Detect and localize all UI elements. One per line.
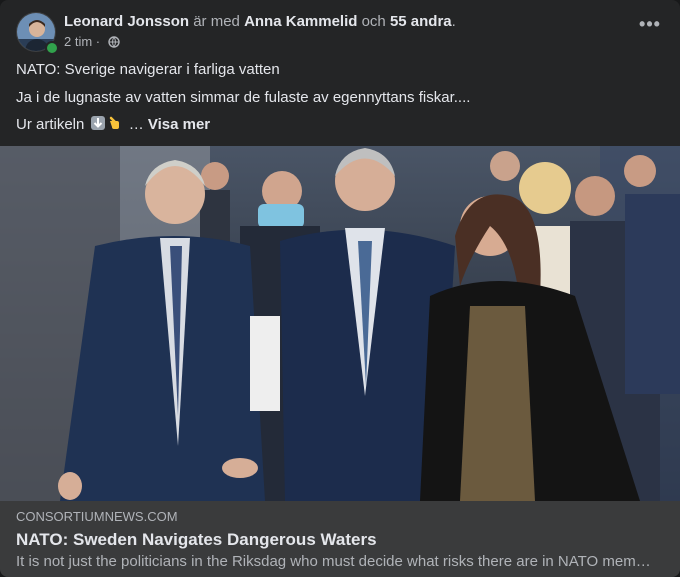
post-meta: 2 tim · [64, 34, 120, 52]
post-timestamp[interactable]: 2 tim [64, 34, 92, 49]
link-title[interactable]: NATO: Sweden Navigates Dangerous Waters [16, 530, 377, 550]
see-more-link[interactable]: Visa mer [148, 116, 210, 133]
ellipsis-text: … [128, 116, 144, 133]
photo-illustration [0, 146, 680, 501]
down-arrow-emoji-icon [90, 115, 106, 131]
others-link[interactable]: 55 andra [390, 13, 452, 30]
post-header: Leonard Jonsson är med Anna Kammelid och… [16, 12, 664, 55]
feed-post-card: Leonard Jonsson är med Anna Kammelid och… [0, 0, 680, 577]
link-domain: CONSORTIUMNEWS.COM [16, 509, 178, 524]
with-text: är med [193, 13, 240, 30]
and-text: och [361, 13, 386, 30]
post-text-line-3: Ur artikeln … Visa mer [16, 115, 656, 134]
tagged-person-link[interactable]: Anna Kammelid [244, 13, 357, 30]
post-text-line-2: Ja i de lugnaste av vatten simmar de ful… [16, 89, 471, 106]
link-description: It is not just the politicians in the Ri… [16, 553, 656, 570]
globe-icon[interactable] [108, 36, 120, 52]
more-options-icon[interactable]: ••• [636, 15, 664, 36]
post-authors-line: Leonard Jonsson är med Anna Kammelid och… [64, 12, 456, 31]
online-status-dot [45, 41, 59, 55]
link-preview[interactable]: CONSORTIUMNEWS.COM NATO: Sweden Navigate… [0, 501, 680, 577]
post-photo[interactable] [0, 146, 680, 501]
author-name-link[interactable]: Leonard Jonsson [64, 13, 189, 30]
post-text-line-1: NATO: Sverige navigerar i farliga vatten [16, 61, 280, 78]
pointing-hand-emoji-icon [108, 115, 124, 131]
article-prefix: Ur artikeln [16, 116, 85, 133]
period-text: . [451, 13, 456, 30]
meta-separator: · [95, 34, 101, 49]
